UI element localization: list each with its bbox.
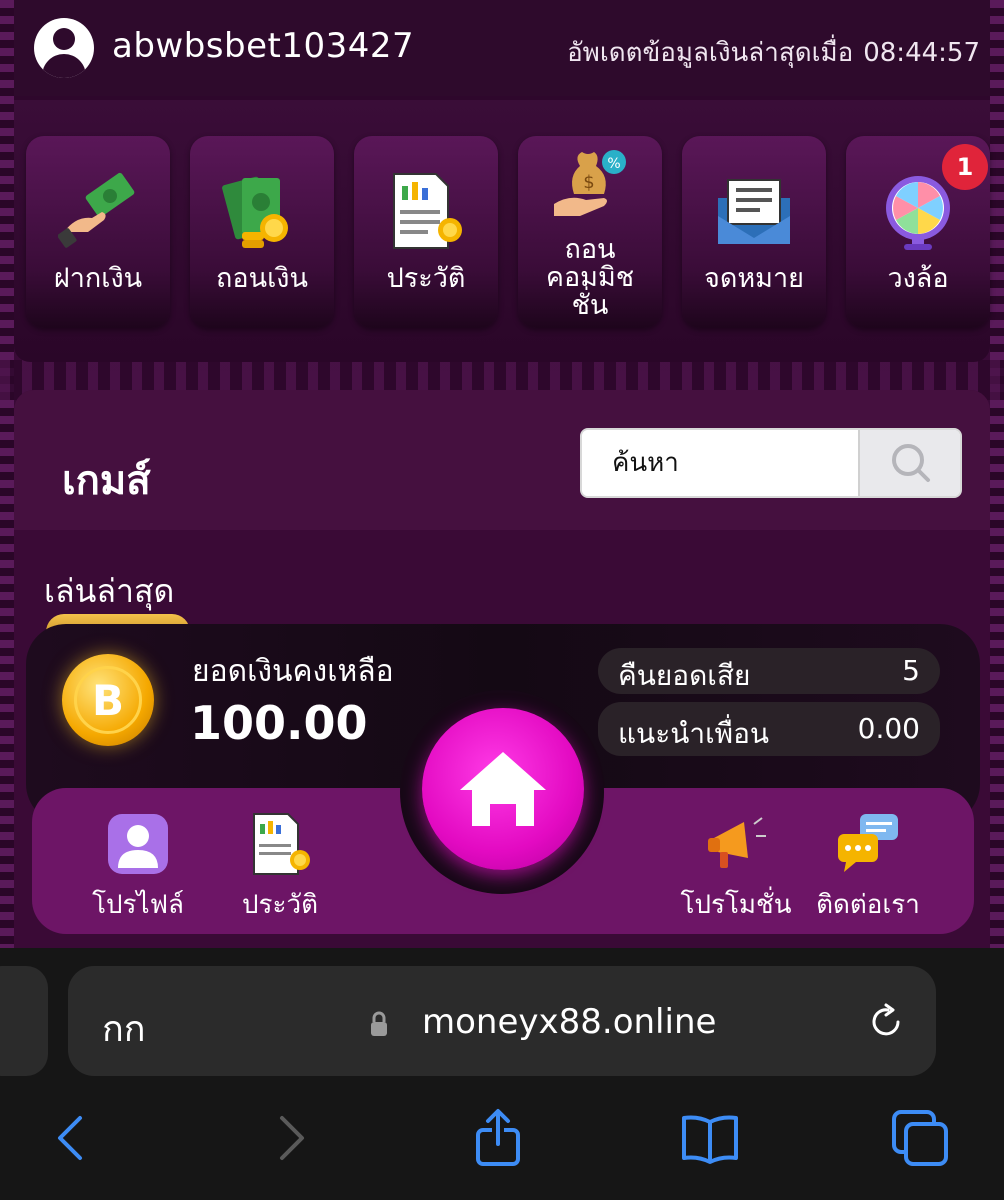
username: abwbsbet103427: [112, 26, 415, 66]
menu-label-deposit: ฝากเงิน: [53, 263, 143, 294]
nav-label-profile: โปรไฟล์: [92, 890, 184, 920]
deposit-money-icon: [58, 172, 135, 248]
left-decor-stripe: [0, 0, 14, 948]
nav-item-profile[interactable]: โปรไฟล์: [68, 808, 208, 928]
search-button[interactable]: [858, 430, 960, 496]
last-update-info: อัพเดตข้อมูลเงินล่าสุดเมื่อ 08:44:57: [557, 32, 980, 73]
cashback-value: 5: [902, 654, 920, 687]
menu-label-commission: ถอน คอมมิช ชั่น: [518, 236, 662, 320]
nav-label-history: ประวัติ: [242, 890, 318, 920]
nav-item-contact[interactable]: ติดต่อเรา: [798, 808, 938, 928]
bitcoin-coin-icon: B: [62, 654, 154, 746]
previous-tab-stub[interactable]: [0, 966, 48, 1076]
notification-badge: 1: [942, 144, 988, 190]
menu-label-history: ประวัติ: [386, 263, 466, 294]
top-header: abwbsbet103427 อัพเดตข้อมูลเงินล่าสุดเมื…: [14, 0, 990, 96]
search-icon: [892, 444, 930, 482]
search-box: [580, 428, 962, 498]
svg-text:%: %: [607, 156, 620, 172]
right-decor-stripe: [990, 0, 1004, 948]
search-input[interactable]: [582, 430, 860, 496]
nav-label-contact: ติดต่อเรา: [816, 890, 920, 920]
referral-value: 0.00: [857, 712, 920, 745]
menu-label-wheel: วงล้อ: [887, 263, 949, 294]
prize-wheel-icon: [886, 176, 950, 250]
mail-envelope-icon: [718, 179, 790, 244]
forward-icon[interactable]: [258, 1108, 318, 1168]
user-avatar-icon[interactable]: [34, 18, 94, 78]
home-button[interactable]: [422, 708, 584, 870]
chat-bubbles-icon: [838, 814, 898, 872]
cashback-stat: คืนยอดเสีย 5: [598, 648, 940, 694]
games-title: เกมส์: [62, 458, 151, 504]
history-icon: [253, 813, 310, 875]
profile-icon: [108, 814, 168, 874]
address-bar[interactable]: กก moneyx88.online: [68, 966, 936, 1076]
referral-label: แนะนำเพื่อน: [618, 717, 770, 750]
withdraw-money-icon: [222, 176, 288, 248]
lock-icon: [371, 1011, 387, 1036]
commission-withdraw-icon: $ %: [554, 150, 626, 216]
reload-icon[interactable]: [866, 1002, 906, 1042]
tabs-icon[interactable]: [890, 1108, 950, 1168]
cashback-label: คืนยอดเสีย: [618, 659, 751, 692]
reader-settings-button[interactable]: กก: [102, 1000, 146, 1057]
nav-item-history[interactable]: ประวัติ: [210, 808, 350, 928]
menu-item-commission[interactable]: $ % ถอน คอมมิช ชั่น: [518, 136, 662, 328]
share-icon[interactable]: [468, 1108, 528, 1168]
menu-item-deposit[interactable]: ฝากเงิน: [26, 136, 170, 328]
menu-label-mail: จดหมาย: [704, 263, 804, 294]
games-header: เกมส์: [14, 390, 990, 530]
home-icon: [460, 752, 546, 826]
menu-item-history[interactable]: ประวัติ: [354, 136, 498, 328]
megaphone-icon: [708, 817, 766, 868]
menu-item-wheel[interactable]: วงล้อ 1: [846, 136, 990, 328]
nav-item-promotion[interactable]: โปรโมชั่น: [666, 808, 806, 928]
update-time: 08:44:57: [863, 38, 980, 68]
update-label: อัพเดตข้อมูลเงินล่าสุดเมื่อ: [567, 38, 854, 68]
referral-stat: แนะนำเพื่อน 0.00: [598, 702, 940, 756]
bookmarks-icon[interactable]: [680, 1108, 740, 1168]
recent-games-label: เล่นล่าสุด: [44, 572, 175, 610]
menu-item-withdraw[interactable]: ถอนเงิน: [190, 136, 334, 328]
menu-item-mail[interactable]: จดหมาย: [682, 136, 826, 328]
menu-label-commission-text: ถอน คอมมิช ชั่น: [545, 234, 635, 321]
balance-label: ยอดเงินคงเหลือ: [192, 654, 394, 689]
svg-text:$: $: [583, 172, 594, 193]
url-text: moneyx88.online: [422, 1002, 717, 1042]
browser-toolbar: กก moneyx88.online: [0, 948, 1004, 1200]
nav-label-promotion: โปรโมชั่น: [680, 890, 792, 920]
history-report-icon: [393, 173, 462, 249]
back-icon[interactable]: [44, 1108, 104, 1168]
menu-label-withdraw: ถอนเงิน: [216, 263, 308, 294]
balance-value: 100.00: [190, 696, 368, 750]
quick-menu: ฝากเงิน ถอนเงิน ประวัติ $ % ถอน คอมมิช ช…: [14, 100, 990, 362]
